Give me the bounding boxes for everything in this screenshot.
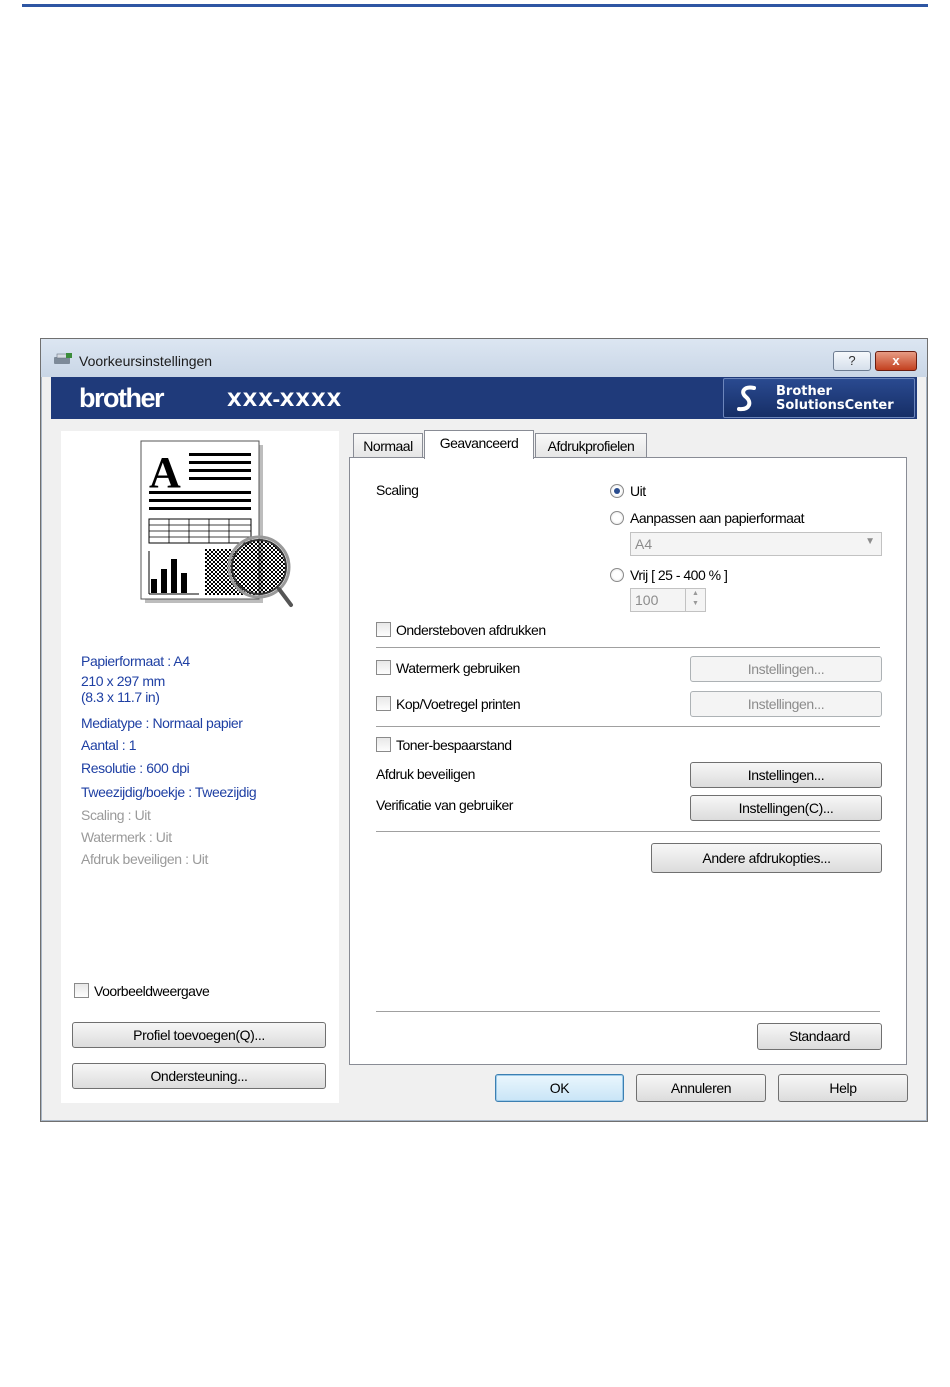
solutions-center-line1: Brother	[776, 384, 832, 399]
summary-dimensions-mm: 210 x 297 mm	[81, 673, 165, 689]
secure-print-label: Afdruk beveiligen	[376, 766, 475, 782]
printer-icon	[54, 353, 72, 364]
header-footer-settings-button[interactable]: Instellingen...	[690, 691, 882, 717]
help-button[interactable]: ?	[833, 351, 871, 371]
preview-checkbox[interactable]	[74, 983, 89, 998]
printer-preferences-dialog: Voorkeursinstellingen ? x brother XXX-XX…	[40, 338, 928, 1122]
svg-text:A: A	[149, 448, 181, 497]
tab-normaal[interactable]: Normaal	[353, 433, 423, 459]
divider	[376, 647, 880, 648]
advanced-tab-panel: Scaling Uit Aanpassen aan papierformaat …	[349, 457, 907, 1065]
summary-resolution: Resolutie : 600 dpi	[81, 760, 190, 776]
brother-logo: brother	[79, 383, 165, 413]
page-top-rule	[22, 4, 928, 7]
paper-size-combo[interactable]: A4 ▼	[630, 532, 882, 556]
other-print-options-button[interactable]: Andere afdrukopties...	[651, 843, 882, 873]
scaling-free-label: Vrij [ 25 - 400 % ]	[630, 567, 728, 583]
scaling-free-radio[interactable]	[610, 568, 624, 582]
header-footer-label: Kop/Voetregel printen	[396, 696, 521, 712]
watermark-label: Watermerk gebruiken	[396, 660, 520, 676]
spinner-arrows-icon[interactable]: ▲ ▼	[685, 589, 705, 611]
scaling-fit-paper-radio[interactable]	[610, 511, 624, 525]
title-bar: Voorkeursinstellingen ? x	[41, 339, 927, 377]
watermark-checkbox[interactable]	[376, 660, 391, 675]
user-verification-label: Verificatie van gebruiker	[376, 797, 513, 813]
tab-afdrukprofielen[interactable]: Afdrukprofielen	[535, 433, 647, 459]
watermark-settings-button[interactable]: Instellingen...	[690, 656, 882, 682]
scaling-off-label: Uit	[630, 483, 646, 499]
preview-checkbox-label: Voorbeeldweergave	[94, 983, 210, 999]
free-scaling-value: 100	[635, 592, 659, 608]
summary-copies: Aantal : 1	[81, 737, 137, 753]
summary-watermark: Watermerk : Uit	[81, 829, 172, 845]
tab-geavanceerd[interactable]: Geavanceerd	[424, 430, 534, 459]
paper-size-combo-value: A4	[635, 536, 653, 552]
summary-paper-size: Papierformaat : A4	[81, 653, 190, 669]
default-button[interactable]: Standaard	[757, 1023, 882, 1050]
support-button[interactable]: Ondersteuning...	[72, 1063, 326, 1089]
scaling-label: Scaling	[376, 482, 419, 498]
secure-print-settings-button[interactable]: Instellingen...	[690, 762, 882, 788]
chevron-down-icon: ▼	[865, 536, 875, 547]
ok-button[interactable]: OK	[495, 1074, 624, 1102]
divider	[376, 1011, 880, 1012]
solutions-center-label: Brother SolutionsCenter	[776, 385, 894, 413]
toner-save-label: Toner-bespaarstand	[396, 737, 512, 753]
solutions-center-icon	[737, 385, 756, 412]
solutions-center-button[interactable]: Brother SolutionsCenter	[723, 378, 915, 418]
summary-media-type: Mediatype : Normaal papier	[81, 715, 243, 731]
user-verification-settings-button[interactable]: Instellingen(C)...	[690, 795, 882, 821]
cancel-button[interactable]: Annuleren	[636, 1074, 766, 1102]
summary-scaling: Scaling : Uit	[81, 807, 151, 823]
upside-down-checkbox[interactable]	[376, 622, 391, 637]
upside-down-label: Ondersteboven afdrukken	[396, 622, 546, 638]
scaling-off-radio[interactable]	[610, 484, 624, 498]
scaling-fit-paper-label: Aanpassen aan papierformaat	[630, 510, 805, 526]
window-title: Voorkeursinstellingen	[79, 353, 213, 369]
close-button[interactable]: x	[875, 351, 917, 371]
page-preview-illustration: A	[140, 440, 293, 607]
summary-panel: A Papierformaat: A4 210 x 297 mm (8.3 x…	[61, 431, 339, 1103]
summary-duplex: Tweezijdig/boekje : Tweezijdig	[81, 784, 257, 800]
header-footer-checkbox[interactable]	[376, 696, 391, 711]
summary-secure-print: Afdruk beveiligen : Uit	[81, 851, 208, 867]
divider	[376, 726, 880, 727]
brand-banner: brother XXX-XXXX Brother SolutionsCenter	[51, 377, 917, 419]
help-footer-button[interactable]: Help	[778, 1074, 908, 1102]
model-name: XXX-XXXX	[227, 389, 343, 411]
toner-save-checkbox[interactable]	[376, 737, 391, 752]
solutions-center-line2: SolutionsCenter	[776, 398, 894, 413]
divider	[376, 831, 880, 832]
add-profile-button[interactable]: Profiel toevoegen(Q)...	[72, 1022, 326, 1048]
summary-dimensions-in: (8.3 x 11.7 in)	[81, 689, 160, 705]
free-scaling-spinner[interactable]: 100 ▲ ▼	[630, 588, 706, 612]
